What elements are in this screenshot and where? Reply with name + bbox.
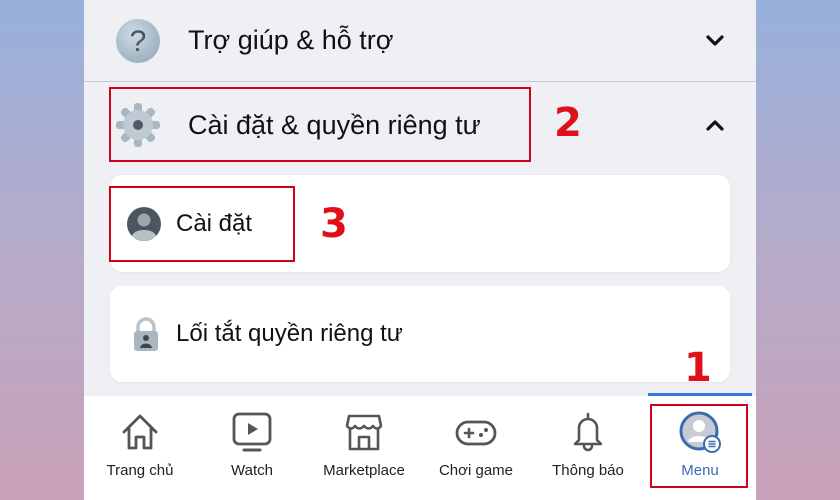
help-support-label: Trợ giúp & hỗ trợ <box>188 25 394 55</box>
bell-icon <box>573 412 603 452</box>
annotation-step-2: 2 <box>554 100 582 146</box>
tab-watch-label: Watch <box>231 462 273 479</box>
gamepad-icon <box>455 420 497 446</box>
home-icon <box>122 414 158 450</box>
tab-gaming[interactable]: Chơi game <box>420 396 532 500</box>
privacy-shortcuts-item[interactable]: Lối tắt quyền riêng tư <box>110 286 730 382</box>
menu-screen: ? Trợ giúp & hỗ trợ Cài đặt & quyền riên… <box>84 0 756 500</box>
marketplace-icon <box>345 414 383 451</box>
tab-marketplace[interactable]: Marketplace <box>308 396 420 500</box>
lock-icon <box>134 317 158 351</box>
tab-home[interactable]: Trang chủ <box>84 396 196 500</box>
annotation-box-2 <box>109 87 531 162</box>
watch-icon <box>232 412 272 452</box>
tab-notifications[interactable]: Thông báo <box>532 396 644 500</box>
tab-watch[interactable]: Watch <box>196 396 308 500</box>
tab-marketplace-label: Marketplace <box>323 462 405 479</box>
svg-text:?: ? <box>130 25 147 58</box>
chevron-up-icon[interactable] <box>704 114 726 136</box>
annotation-box-3 <box>109 186 295 262</box>
tab-gaming-label: Chơi game <box>438 462 514 479</box>
annotation-step-1: 1 <box>684 345 712 391</box>
annotation-step-3: 3 <box>320 201 348 247</box>
chevron-down-icon[interactable] <box>704 30 726 52</box>
question-icon: ? <box>116 18 160 63</box>
annotation-box-1 <box>650 404 748 488</box>
tab-home-label: Trang chủ <box>106 462 174 479</box>
bottom-tab-bar: Trang chủ Watch Marketplace Chơi game Th… <box>84 396 756 500</box>
tab-notifications-label: Thông báo <box>552 462 624 479</box>
help-support-section[interactable]: ? Trợ giúp & hỗ trợ <box>84 0 756 82</box>
privacy-shortcuts-label: Lối tắt quyền riêng tư <box>176 320 403 347</box>
